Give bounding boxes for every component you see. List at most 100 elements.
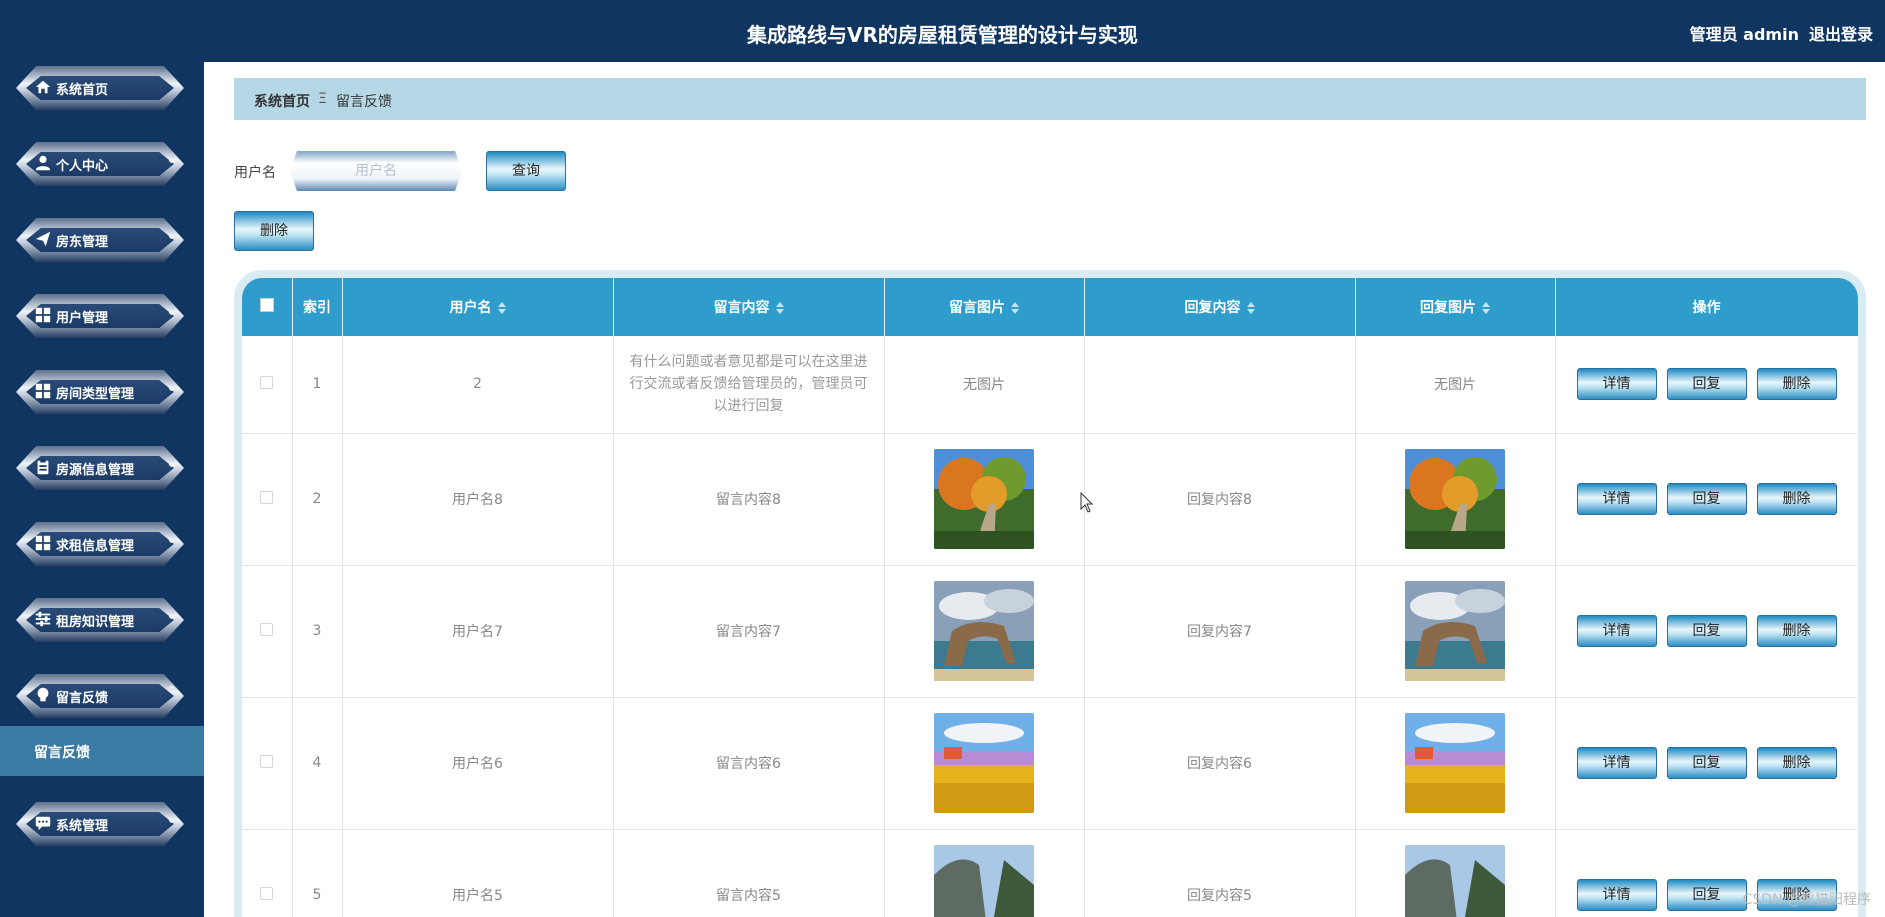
content-text: 有什么问题或者意见都是可以在这里进行交流或者反馈给管理员的，管理员可以进行回复 bbox=[629, 354, 868, 415]
sidebar-item-landlord[interactable]: 房东管理 ⌄ bbox=[10, 212, 190, 268]
grid-icon bbox=[35, 383, 51, 399]
user-area: 管理员 admin 退出登录 bbox=[1690, 21, 1873, 45]
sea-arch-image[interactable] bbox=[934, 581, 1034, 681]
reply-image-cell bbox=[1355, 433, 1556, 566]
sidebar-item-label: 求租信息管理 bbox=[56, 539, 135, 554]
sidebar-item-feedback[interactable]: 留言反馈 ⌃ bbox=[10, 668, 190, 724]
row-checkbox-cell bbox=[242, 336, 293, 434]
select-all-checkbox[interactable] bbox=[259, 298, 274, 312]
content-cell: 有什么问题或者意见都是可以在这里进行交流或者反馈给管理员的，管理员可以进行回复 bbox=[613, 336, 885, 434]
column-header-content[interactable]: 留言内容 bbox=[613, 278, 885, 336]
column-header-username[interactable]: 用户名 bbox=[342, 278, 614, 336]
autumn-stairs-image[interactable] bbox=[934, 449, 1034, 549]
row-checkbox-cell bbox=[242, 697, 293, 830]
chevron-down-icon: ⌄ bbox=[166, 608, 177, 623]
sort-icon[interactable] bbox=[775, 302, 784, 314]
actions-cell: 详情 回复 删除 bbox=[1555, 697, 1858, 830]
delete-button[interactable]: 删除 bbox=[1756, 615, 1837, 647]
actions-cell: 详情 回复 删除 bbox=[1555, 433, 1858, 566]
column-header-label: 用户名 bbox=[449, 300, 492, 316]
breadcrumb-home[interactable]: 系统首页 bbox=[254, 91, 310, 111]
reply-button[interactable]: 回复 bbox=[1666, 368, 1747, 401]
delete-button[interactable]: 删除 bbox=[1756, 483, 1837, 515]
sort-icon[interactable] bbox=[1246, 302, 1255, 314]
column-header-image[interactable]: 留言图片 bbox=[884, 278, 1085, 336]
detail-button[interactable]: 详情 bbox=[1576, 879, 1657, 911]
content-cell: 留言内容8 bbox=[613, 433, 885, 566]
reply-image-cell: 无图片 bbox=[1355, 336, 1556, 434]
sidebar-item-home[interactable]: 系统首页 bbox=[10, 60, 190, 116]
user-icon bbox=[35, 155, 51, 171]
flower-field-image[interactable] bbox=[934, 713, 1034, 813]
username-cell: 用户名5 bbox=[342, 829, 614, 917]
reply-button[interactable]: 回复 bbox=[1666, 879, 1747, 911]
delete-button[interactable]: 删除 bbox=[1756, 747, 1837, 779]
row-checkbox[interactable] bbox=[260, 754, 274, 768]
reply-button[interactable]: 回复 bbox=[1666, 483, 1747, 515]
actions-cell: 详情 回复 删除 bbox=[1555, 565, 1858, 698]
autumn-stairs-image[interactable] bbox=[1405, 449, 1505, 549]
flower-field-image[interactable] bbox=[1405, 713, 1505, 813]
row-checkbox[interactable] bbox=[260, 886, 274, 900]
mountain-cliff-image[interactable] bbox=[934, 845, 1034, 917]
clipboard-icon bbox=[37, 458, 49, 475]
reply-cell: 回复内容5 bbox=[1084, 829, 1356, 917]
index-cell: 2 bbox=[292, 433, 343, 566]
row-checkbox-cell bbox=[242, 565, 293, 698]
chevron-down-icon: ⌄ bbox=[166, 532, 177, 547]
row-checkbox[interactable] bbox=[260, 490, 274, 504]
reply-button[interactable]: 回复 bbox=[1666, 615, 1747, 647]
sidebar-item-listings[interactable]: 房源信息管理 ⌄ bbox=[10, 440, 190, 496]
logout-link[interactable]: 退出登录 bbox=[1809, 21, 1873, 45]
sort-icon[interactable] bbox=[1482, 302, 1490, 314]
column-header-reply[interactable]: 回复内容 bbox=[1084, 278, 1356, 336]
reply-button[interactable]: 回复 bbox=[1666, 747, 1747, 779]
search-input[interactable] bbox=[290, 151, 462, 191]
sidebar-item-users[interactable]: 用户管理 ⌄ bbox=[10, 288, 190, 344]
image-cell bbox=[884, 697, 1085, 830]
breadcrumb-current: 留言反馈 bbox=[336, 94, 392, 110]
sidebar-item-system[interactable]: 系统管理 ⌄ bbox=[10, 796, 190, 852]
delete-button[interactable]: 删除 bbox=[1756, 368, 1837, 401]
chevron-down-icon: ⌄ bbox=[166, 152, 177, 167]
sidebar-item-knowledge[interactable]: 租房知识管理 ⌄ bbox=[10, 592, 190, 648]
sidebar-item-label: 房间类型管理 bbox=[56, 387, 135, 402]
column-header-label: 索引 bbox=[303, 300, 331, 316]
content-cell: 留言内容6 bbox=[613, 697, 885, 830]
feedback-table-container: 索引 用户名 留言内容 留言图片 回复内容 回复图片 操作 1 2 有什么问题或… bbox=[234, 270, 1866, 917]
mountain-cliff-image[interactable] bbox=[1405, 845, 1505, 917]
sort-icon[interactable] bbox=[1011, 302, 1019, 314]
image-cell: 无图片 bbox=[884, 336, 1085, 434]
top-header: 集成路线与VR的房屋租赁管理的设计与实现 管理员 admin 退出登录 bbox=[0, 0, 1885, 62]
sidebar-item-rent-requests[interactable]: 求租信息管理 ⌄ bbox=[10, 516, 190, 572]
table-row: 3 用户名7 留言内容7 回复内容7 详情 回复 删除 bbox=[242, 565, 1858, 698]
paper-plane-icon bbox=[35, 231, 51, 247]
detail-button[interactable]: 详情 bbox=[1576, 615, 1657, 647]
detail-button[interactable]: 详情 bbox=[1576, 747, 1657, 779]
detail-button[interactable]: 详情 bbox=[1576, 368, 1657, 401]
lightbulb-icon bbox=[37, 687, 49, 702]
breadcrumb-separator: Ξ bbox=[318, 91, 327, 107]
detail-button[interactable]: 详情 bbox=[1576, 483, 1657, 515]
sidebar-subitem-label: 留言反馈 bbox=[34, 745, 90, 761]
watermark: CSDN @熊猫阳程序 bbox=[1742, 892, 1871, 908]
row-checkbox[interactable] bbox=[260, 375, 274, 389]
search-label: 用户名 bbox=[234, 165, 276, 181]
chat-icon bbox=[35, 816, 51, 831]
sort-icon[interactable] bbox=[497, 302, 506, 314]
username-cell: 2 bbox=[342, 336, 614, 434]
row-checkbox[interactable] bbox=[260, 622, 274, 636]
query-button[interactable]: 查询 bbox=[486, 151, 566, 191]
column-header-reply-image[interactable]: 回复图片 bbox=[1355, 278, 1556, 336]
sidebar-item-personal[interactable]: 个人中心 ⌄ bbox=[10, 136, 190, 192]
image-cell bbox=[884, 433, 1085, 566]
sidebar-item-room-types[interactable]: 房间类型管理 ⌄ bbox=[10, 364, 190, 420]
grid-icon bbox=[35, 535, 51, 551]
sidebar-item-label: 租房知识管理 bbox=[56, 615, 135, 630]
batch-delete-button[interactable]: 删除 bbox=[234, 211, 314, 251]
chevron-down-icon: ⌄ bbox=[166, 380, 177, 395]
sea-arch-image[interactable] bbox=[1405, 581, 1505, 681]
column-header-label: 留言内容 bbox=[713, 300, 770, 316]
row-checkbox-cell bbox=[242, 433, 293, 566]
sidebar-subitem-feedback[interactable]: 留言反馈 bbox=[0, 726, 204, 776]
